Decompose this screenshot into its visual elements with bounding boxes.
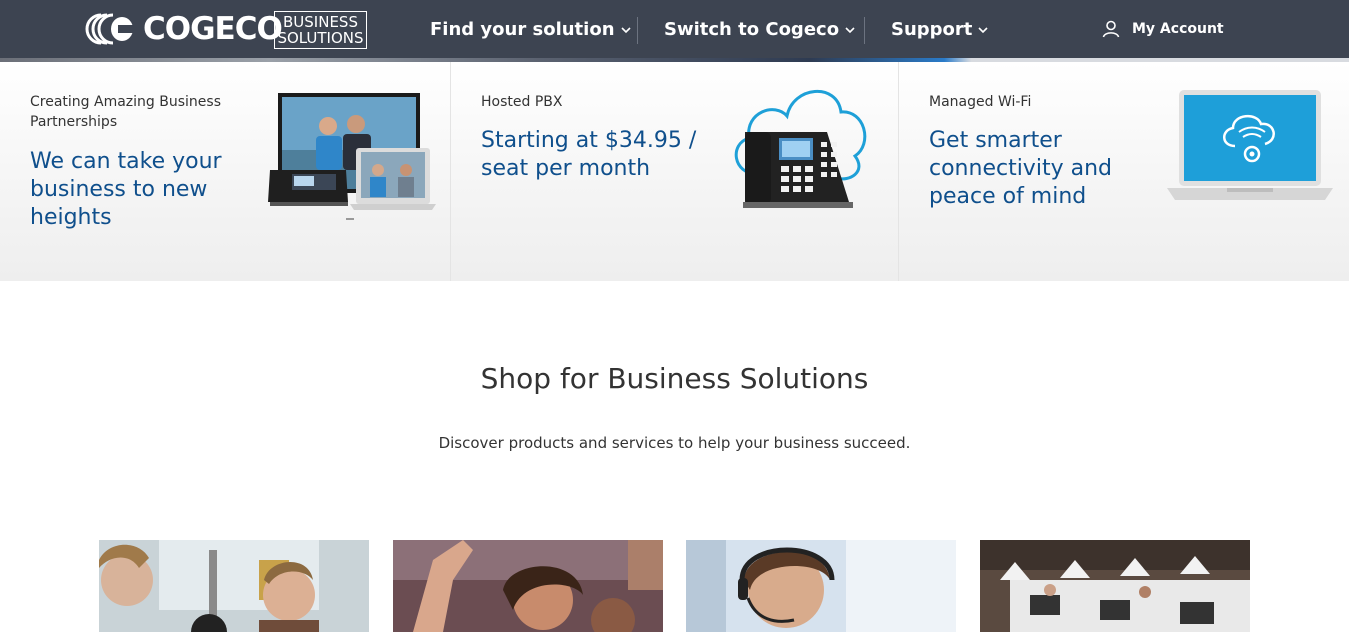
call-center-agent-photo — [686, 540, 956, 632]
chevron-down-icon — [978, 27, 988, 34]
promo-kicker: Managed Wi-Fi — [929, 94, 1032, 110]
cogeco-logo[interactable]: COGECO — [85, 11, 283, 47]
nav-label: Switch to Cogeco — [664, 19, 840, 40]
logo-wordmark: COGECO — [143, 11, 283, 47]
my-account-link[interactable]: My Account — [1102, 20, 1224, 38]
chevron-down-icon — [845, 27, 855, 34]
chevron-down-icon — [620, 27, 631, 34]
promo-headline: Starting at $34.95 / seat per month — [481, 128, 697, 181]
nav-divider — [637, 17, 638, 44]
shop-section-subtitle: Discover products and services to help y… — [438, 434, 911, 452]
product-card-image[interactable] — [980, 540, 1250, 632]
promo-tile-hosted-pbx[interactable]: Hosted PBX Starting at $34.95 / seat per… — [451, 62, 898, 281]
badge-line-1: BUSINESS — [283, 13, 358, 31]
top-header: COGECO BUSINESS SOLUTIONS Find your solu… — [0, 0, 1349, 60]
nav-support[interactable]: Support — [891, 18, 988, 42]
laptop-wifi-cloud-image — [1167, 90, 1333, 200]
shop-section-title: Shop for Business Solutions — [480, 362, 869, 395]
nav-label: Find your solution — [430, 19, 615, 40]
user-icon — [1102, 20, 1120, 38]
group-celebrating-photo — [393, 540, 663, 632]
promo-tile-managed-wifi[interactable]: Managed Wi-Fi Get smarter connectivity a… — [899, 62, 1349, 281]
promo-headline: We can take your business to new heights — [30, 149, 222, 230]
product-card-image[interactable] — [686, 540, 956, 632]
promo-kicker: Hosted PBX — [481, 94, 563, 110]
promo-kicker: Creating Amazing Business Partnerships — [30, 94, 221, 130]
nav-divider — [864, 17, 865, 44]
cogeco-logo-mark-icon — [85, 13, 133, 45]
product-card-image[interactable] — [99, 540, 369, 632]
nav-label: Support — [891, 19, 973, 40]
my-account-label: My Account — [1132, 21, 1224, 37]
promo-headline: Get smarter connectivity and peace of mi… — [929, 128, 1112, 209]
cloud-desk-phone-image — [734, 89, 867, 208]
product-card-image[interactable] — [393, 540, 663, 632]
office-team-photo — [99, 540, 369, 632]
nav-find-your-solution[interactable]: Find your solution — [430, 18, 631, 42]
badge-line-2: SOLUTIONS — [277, 29, 364, 47]
promo-tile-partnerships[interactable]: Creating Amazing Business Partnerships W… — [0, 62, 450, 281]
business-solutions-badge[interactable]: BUSINESS SOLUTIONS — [274, 11, 367, 49]
open-office-photo — [980, 540, 1250, 632]
nav-switch-to-cogeco[interactable]: Switch to Cogeco — [664, 18, 855, 42]
video-conference-devices-image — [268, 93, 436, 220]
